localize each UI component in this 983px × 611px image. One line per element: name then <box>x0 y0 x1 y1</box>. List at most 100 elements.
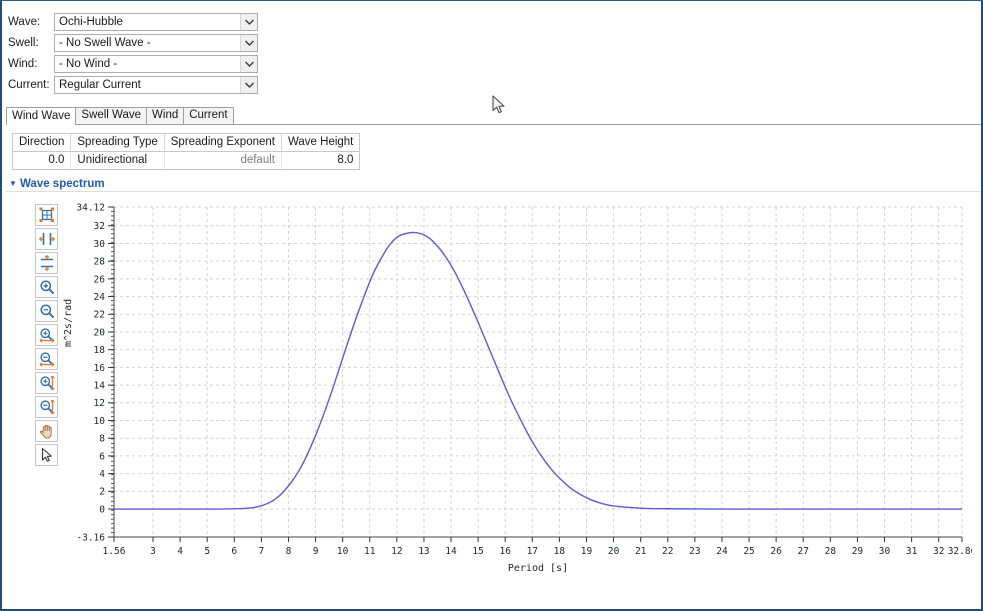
chevron-down-icon[interactable] <box>240 14 257 30</box>
wave-label: Wave: <box>6 16 54 28</box>
svg-text:11: 11 <box>364 546 376 557</box>
application-window: Wave: Ochi-Hubble Swell: - No Swell Wave… <box>0 0 983 611</box>
swell-dropdown[interactable]: - No Swell Wave - <box>54 34 258 52</box>
form-row-wind: Wind: - No Wind - <box>6 53 981 74</box>
svg-text:8: 8 <box>99 434 105 445</box>
svg-text:26: 26 <box>94 274 106 285</box>
zoom-horizontal-button[interactable] <box>35 228 58 250</box>
wave-environment-form: Wave: Ochi-Hubble Swell: - No Swell Wave… <box>2 5 981 97</box>
cell-wave-height[interactable]: 8.0 <box>281 152 359 170</box>
column-header-wave-height[interactable]: Wave Height <box>281 134 359 152</box>
svg-text:32.86: 32.86 <box>948 546 972 557</box>
svg-text:10: 10 <box>94 416 106 427</box>
svg-text:34.12: 34.12 <box>76 202 105 213</box>
column-header-direction[interactable]: Direction <box>13 134 71 152</box>
table-header-row: Direction Spreading Type Spreading Expon… <box>13 134 359 152</box>
form-row-swell: Swell: - No Swell Wave - <box>6 32 981 53</box>
svg-text:23: 23 <box>689 546 700 557</box>
table-row[interactable]: 0.0 Unidirectional default 8.0 <box>13 152 359 170</box>
cell-direction[interactable]: 0.0 <box>13 152 71 170</box>
svg-text:32: 32 <box>94 221 105 232</box>
svg-text:1.56: 1.56 <box>103 546 126 557</box>
wave-dropdown[interactable]: Ochi-Hubble <box>54 13 258 31</box>
wind-dropdown-value: - No Wind - <box>59 58 240 70</box>
svg-text:27: 27 <box>798 546 809 557</box>
chevron-down-icon[interactable] <box>240 56 257 72</box>
svg-text:14: 14 <box>94 381 106 392</box>
zoom-out-button[interactable] <box>35 300 58 322</box>
chevron-down-icon[interactable] <box>240 77 257 93</box>
svg-text:32: 32 <box>933 546 944 557</box>
svg-text:3: 3 <box>150 546 156 557</box>
svg-text:24: 24 <box>94 292 106 303</box>
zoom-out-icon <box>39 303 55 319</box>
svg-text:8: 8 <box>286 546 292 557</box>
svg-text:30: 30 <box>879 546 891 557</box>
section-title: Wave spectrum <box>20 178 105 190</box>
svg-text:13: 13 <box>418 546 429 557</box>
current-dropdown-value: Regular Current <box>59 79 240 91</box>
svg-text:4: 4 <box>99 469 105 480</box>
wave-spectrum-section-header[interactable]: ▼ Wave spectrum <box>6 176 981 192</box>
svg-text:20: 20 <box>94 327 106 338</box>
column-header-spreading-type[interactable]: Spreading Type <box>71 134 164 152</box>
chevron-down-icon[interactable]: ▼ <box>6 180 20 188</box>
zoom-vertical-icon <box>39 255 55 271</box>
svg-text:Period [s]: Period [s] <box>508 563 568 574</box>
svg-text:14: 14 <box>445 546 457 557</box>
svg-text:17: 17 <box>527 546 538 557</box>
zoom-in-x-button[interactable] <box>35 324 58 346</box>
zoom-in-button[interactable] <box>35 276 58 298</box>
zoom-in-y-button[interactable] <box>35 372 58 394</box>
svg-text:9: 9 <box>313 546 319 557</box>
pan-hand-icon <box>39 423 55 439</box>
svg-text:19: 19 <box>581 546 593 557</box>
tab-current-label: Current <box>189 110 227 122</box>
wind-dropdown[interactable]: - No Wind - <box>54 55 258 73</box>
zoom-in-y-icon <box>39 375 55 391</box>
current-dropdown[interactable]: Regular Current <box>54 76 258 94</box>
wind-wave-parameters-table: Direction Spreading Type Spreading Expon… <box>12 133 360 170</box>
cell-spreading-type[interactable]: Unidirectional <box>71 152 164 170</box>
swell-dropdown-value: - No Swell Wave - <box>59 37 240 49</box>
svg-text:5: 5 <box>204 546 210 557</box>
wave-spectrum-chart[interactable]: m^2s/rad 34.1232302826242220181614121086… <box>64 197 972 597</box>
svg-text:-3.16: -3.16 <box>76 532 105 543</box>
zoom-out-y-button[interactable] <box>35 396 58 418</box>
svg-text:4: 4 <box>177 546 183 557</box>
svg-text:25: 25 <box>743 546 754 557</box>
form-row-wave: Wave: Ochi-Hubble <box>6 11 981 32</box>
svg-text:10: 10 <box>337 546 349 557</box>
zoom-out-x-button[interactable] <box>35 348 58 370</box>
select-button[interactable] <box>35 444 58 466</box>
tab-swell-wave-label: Swell Wave <box>81 110 141 122</box>
zoom-vertical-button[interactable] <box>35 252 58 274</box>
window-content: Wave: Ochi-Hubble Swell: - No Swell Wave… <box>2 1 981 609</box>
svg-text:28: 28 <box>94 257 106 268</box>
form-row-current: Current: Regular Current <box>6 74 981 95</box>
svg-text:22: 22 <box>662 546 673 557</box>
pan-button[interactable] <box>35 420 58 442</box>
fit-to-window-button[interactable] <box>35 204 58 226</box>
svg-text:21: 21 <box>635 546 647 557</box>
chart-toolbar <box>35 204 59 466</box>
tab-wind-label: Wind <box>152 110 178 122</box>
svg-text:0: 0 <box>99 504 105 515</box>
svg-text:12: 12 <box>391 546 402 557</box>
spectrum-plot[interactable]: 34.1232302826242220181614121086420-3.161… <box>64 197 972 597</box>
chevron-down-icon[interactable] <box>240 35 257 51</box>
svg-text:15: 15 <box>472 546 483 557</box>
zoom-out-y-icon <box>39 399 55 415</box>
current-label: Current: <box>6 79 54 91</box>
svg-text:7: 7 <box>259 546 265 557</box>
svg-text:28: 28 <box>825 546 837 557</box>
svg-text:22: 22 <box>94 310 105 321</box>
tab-swell-wave[interactable]: Swell Wave <box>75 107 147 124</box>
cell-spreading-exponent[interactable]: default <box>164 152 281 170</box>
wave-dropdown-value: Ochi-Hubble <box>59 16 240 28</box>
svg-text:30: 30 <box>94 239 106 250</box>
tab-wind[interactable]: Wind <box>146 107 184 124</box>
tab-wind-wave[interactable]: Wind Wave <box>6 107 76 125</box>
column-header-spreading-exponent[interactable]: Spreading Exponent <box>164 134 281 152</box>
tab-current[interactable]: Current <box>183 107 233 124</box>
